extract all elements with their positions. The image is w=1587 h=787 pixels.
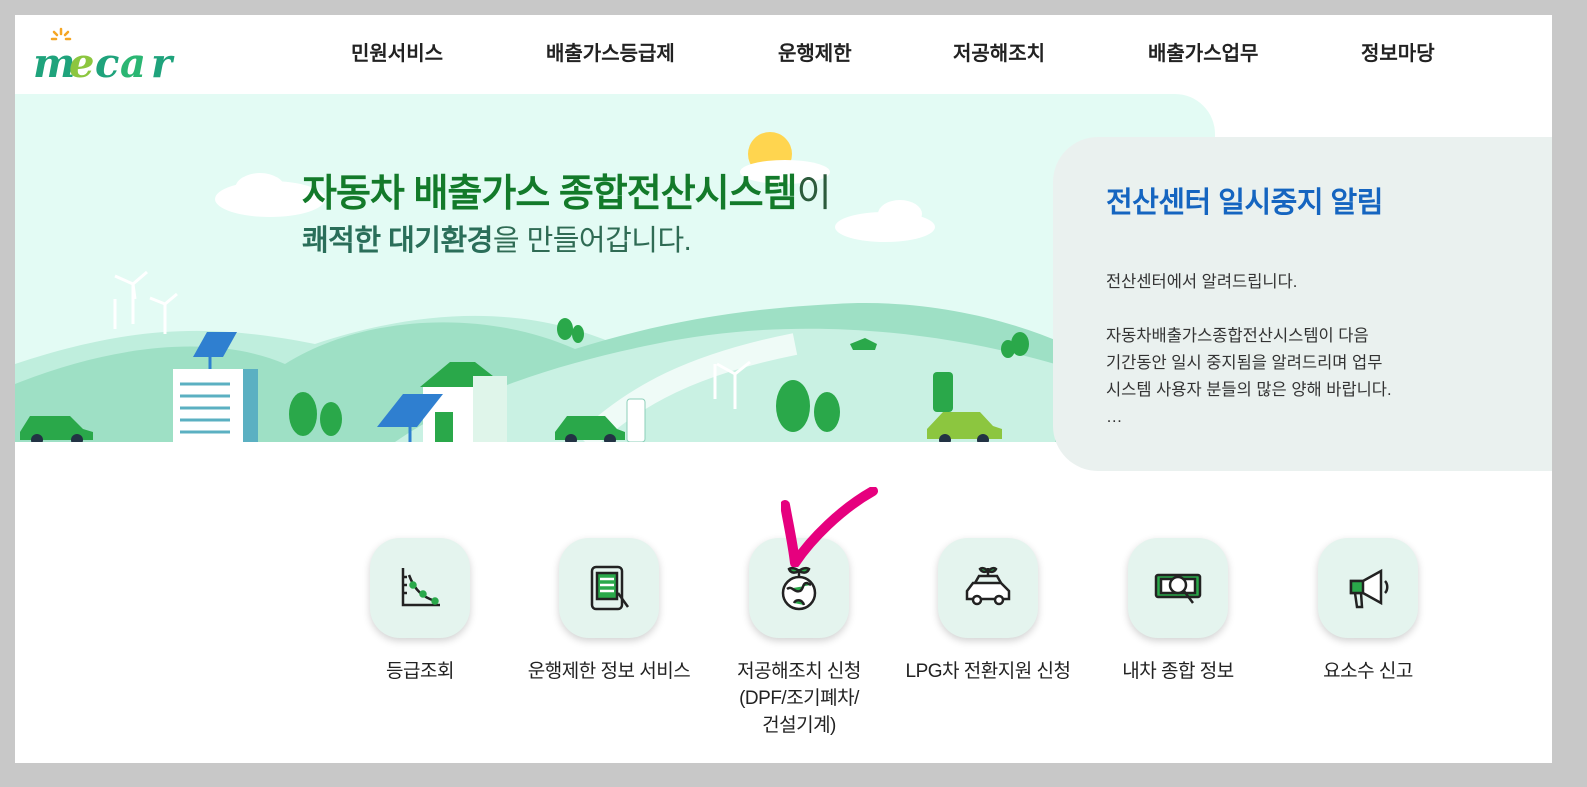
service-low-emission-apply[interactable]: 저공해조치 신청 (DPF/조기폐차/ 건설기계) [709, 538, 889, 739]
notice-body: 전산센터에서 알려드립니다. 자동차배출가스종합전산시스템이 다음 기간동안 일… [1106, 269, 1392, 431]
nav-item-low-emission[interactable]: 저공해조치 [953, 37, 1045, 66]
eco-car-icon[interactable] [938, 538, 1038, 638]
nav-item-driving-restriction[interactable]: 운행제한 [778, 37, 852, 66]
nav-item-emission-grade[interactable]: 배출가스등급제 [546, 37, 675, 66]
service-lpg-conversion[interactable]: LPG차 전환지원 신청 [898, 538, 1078, 685]
service-restriction-info[interactable]: 운행제한 정보 서비스 [519, 538, 699, 685]
notice-line: 시스템 사용자 분들의 많은 양해 바랍니다. [1106, 381, 1392, 399]
nav-item-info[interactable]: 정보마당 [1361, 37, 1435, 66]
hero-subline-bold: 쾌적한 대기환경 [302, 225, 493, 257]
hero-headline-suffix: 이 [796, 173, 832, 215]
service-urea-report[interactable]: 요소수 신고 [1278, 538, 1458, 685]
service-label[interactable]: 저공해조치 신청 (DPF/조기폐차/ 건설기계) [709, 658, 889, 739]
service-label[interactable]: 운행제한 정보 서비스 [519, 658, 699, 685]
notice-panel[interactable]: 전산센터 일시중지 알림 전산센터에서 알려드립니다. 자동차배출가스종합전산시… [1053, 137, 1552, 471]
check-mark-annotation [781, 487, 878, 567]
hero-headline-main: 자동차 배출가스 종합전산시스템 [302, 173, 798, 215]
service-label[interactable]: 등급조회 [330, 658, 510, 685]
notice-line: 기간동안 일시 중지됨을 알려드리며 업무 [1106, 354, 1383, 372]
hero-illustration [15, 132, 1065, 442]
tablet-info-icon[interactable] [559, 538, 659, 638]
service-label[interactable]: 내차 종합 정보 [1088, 658, 1268, 685]
nav-item-civil-service[interactable]: 민원서비스 [351, 37, 443, 66]
service-grade-lookup[interactable]: 등급조회 [330, 538, 510, 685]
service-label-line: (DPF/조기폐차/ [739, 688, 859, 709]
service-label[interactable]: LPG차 전환지원 신청 [898, 658, 1078, 685]
service-label[interactable]: 요소수 신고 [1278, 658, 1458, 685]
notice-line: 자동차배출가스종합전산시스템이 다음 [1106, 327, 1369, 345]
nav-item-emission-work[interactable]: 배출가스업무 [1148, 37, 1258, 66]
service-my-car-info[interactable]: 내차 종합 정보 [1088, 538, 1268, 685]
main-nav: 민원서비스 배출가스등급제 운행제한 저공해조치 배출가스업무 정보마당 [15, 37, 1552, 67]
hero-subline: 쾌적한 대기환경을 만들어갑니다. [302, 217, 692, 259]
service-label-line: 건설기계) [762, 715, 836, 736]
hero-subline-rest: 을 만들어갑니다. [492, 225, 692, 257]
car-search-icon[interactable] [1128, 538, 1228, 638]
notice-ellipsis: … [1106, 408, 1123, 426]
page-frame: m e c a r 민원서비스 배출가스등급제 운행제한 저공해조치 배출가스업… [15, 15, 1552, 763]
hero-headline: 자동차 배출가스 종합전산시스템이 [302, 162, 832, 217]
service-label-line: 저공해조치 신청 [737, 661, 861, 682]
notice-line: 전산센터에서 알려드립니다. [1106, 273, 1298, 291]
megaphone-icon[interactable] [1318, 538, 1418, 638]
grade-chart-icon[interactable] [370, 538, 470, 638]
notice-title[interactable]: 전산센터 일시중지 알림 [1106, 179, 1383, 221]
hero-banner [15, 94, 1215, 442]
